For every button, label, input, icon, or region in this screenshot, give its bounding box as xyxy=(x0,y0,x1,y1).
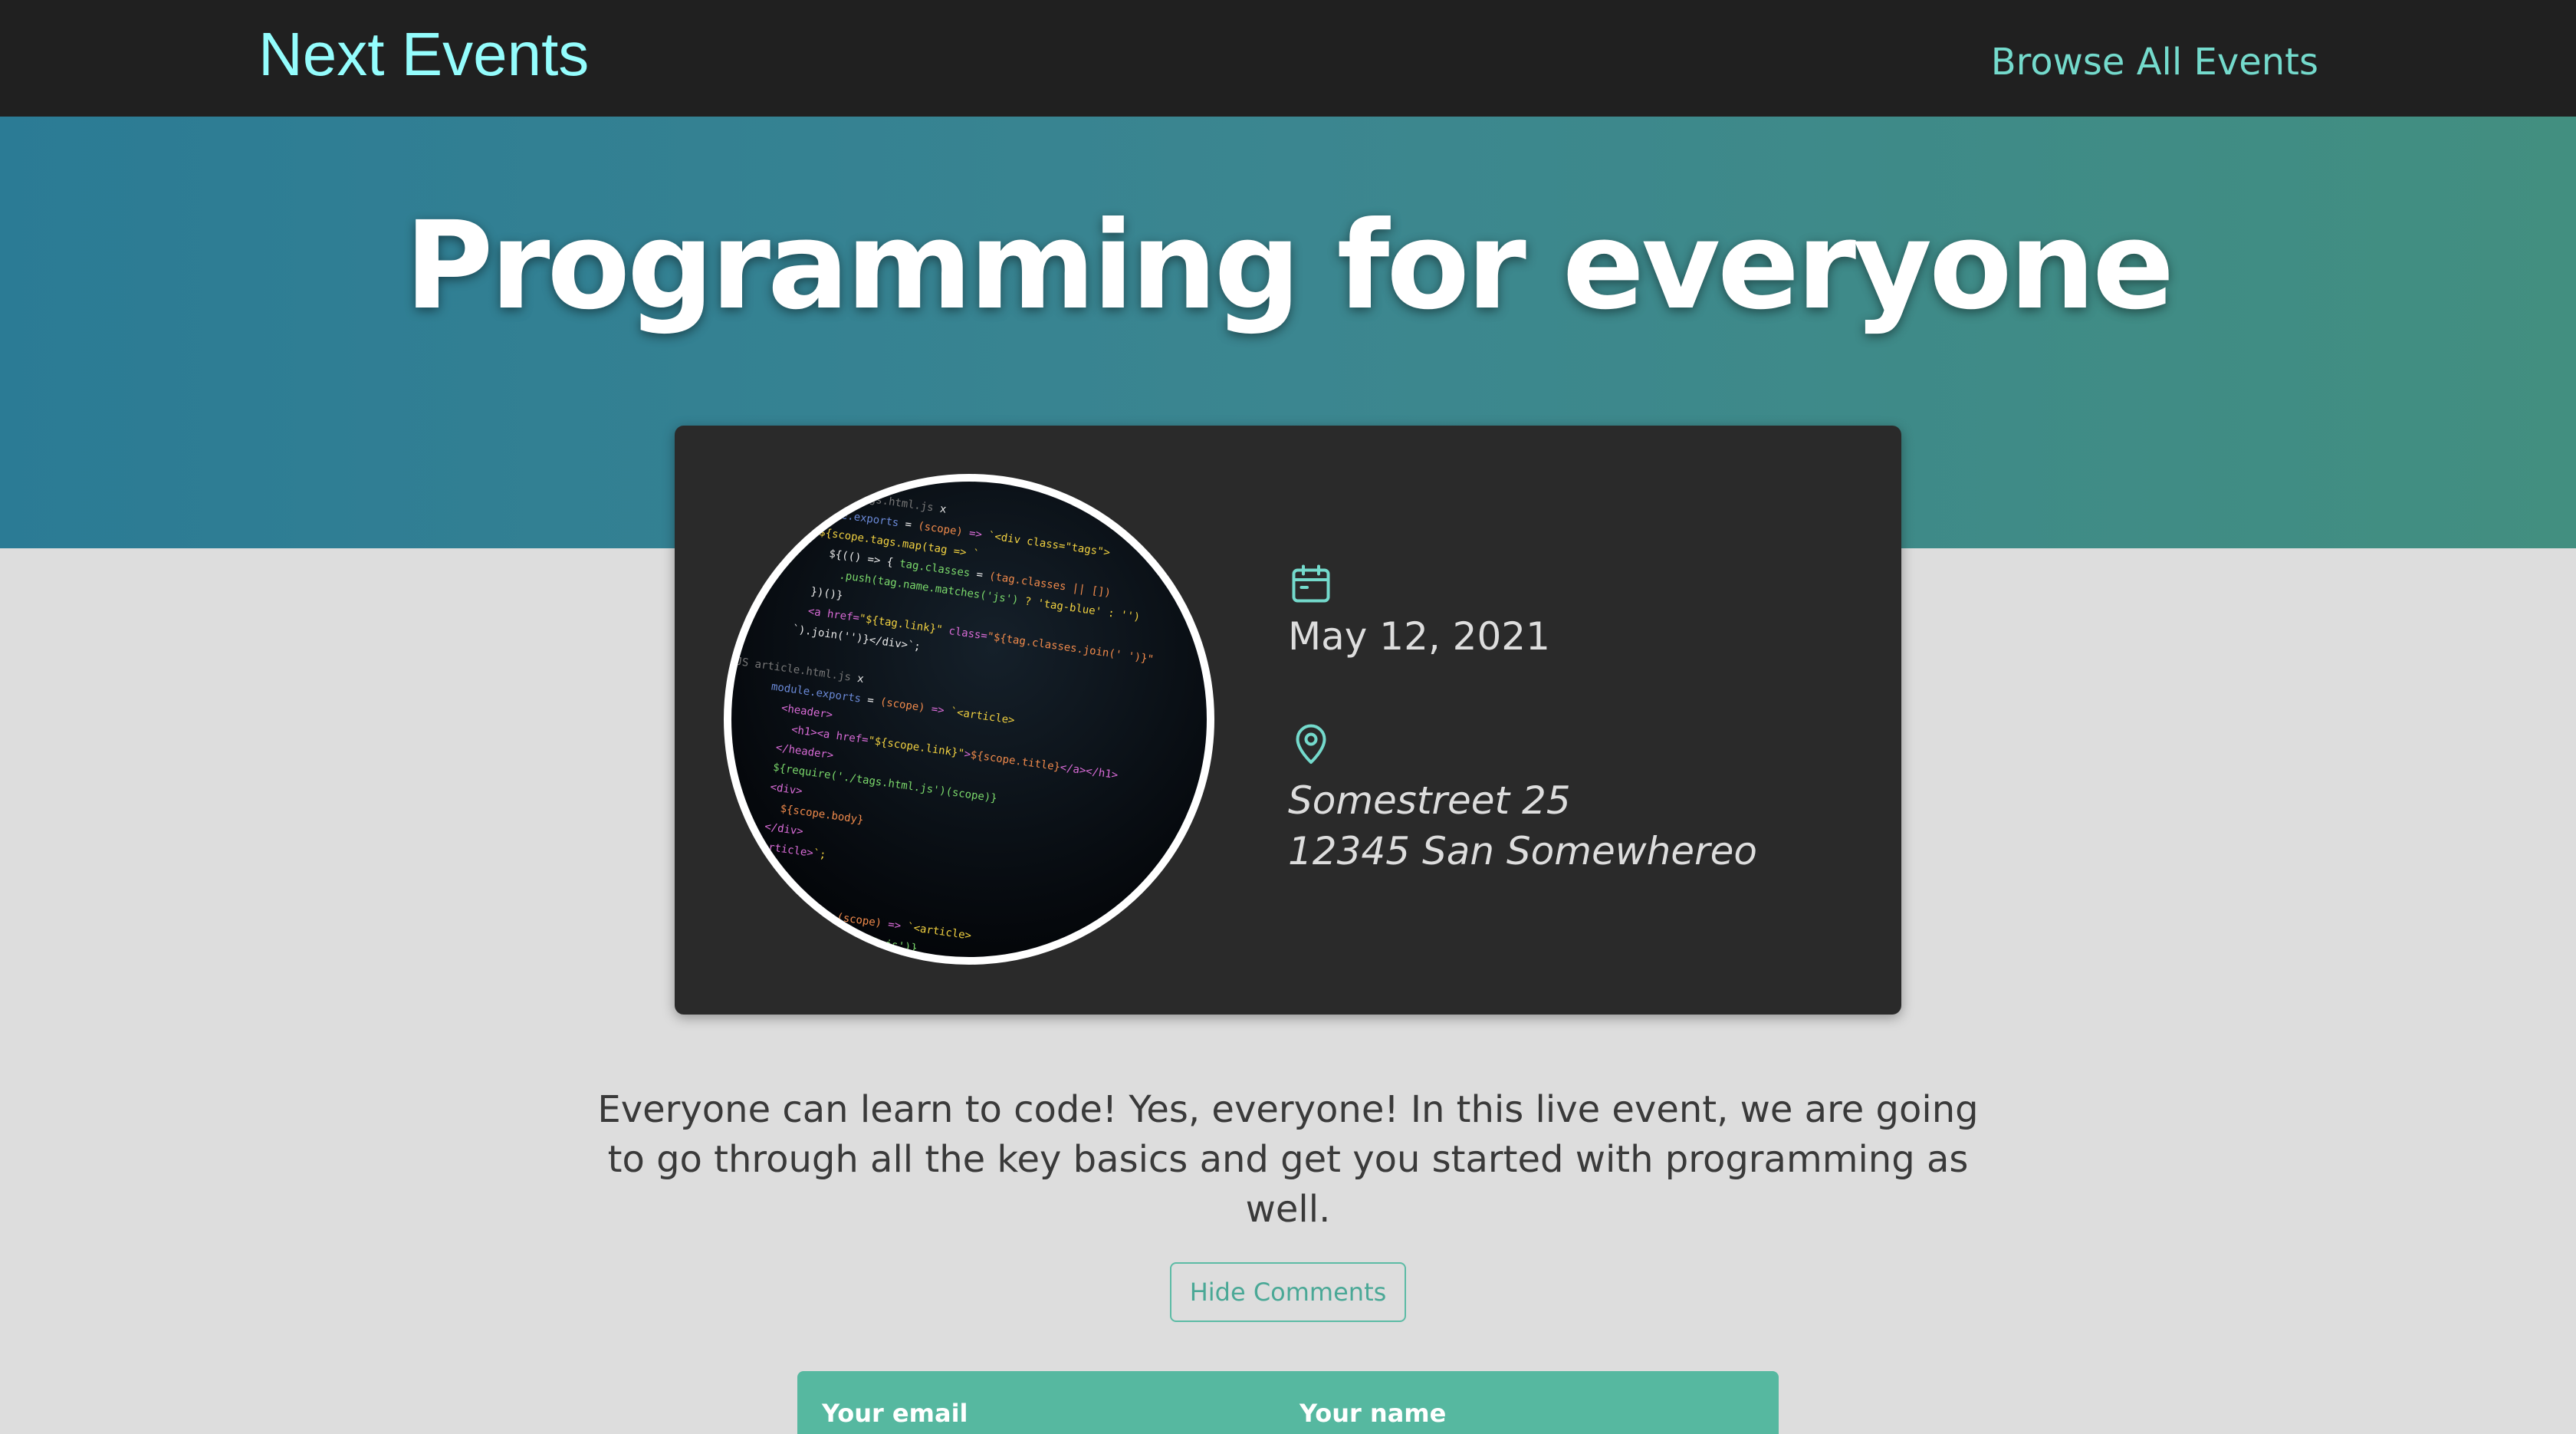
calendar-icon xyxy=(1292,564,1330,603)
browse-all-events-link[interactable]: Browse All Events xyxy=(1991,38,2318,86)
address-city: 12345 San Somewhereo xyxy=(1288,829,1757,873)
email-field-label: Your email xyxy=(822,1399,968,1428)
event-date: May 12, 2021 xyxy=(1288,614,1550,659)
address-street: Somestreet 25 xyxy=(1288,778,1571,823)
map-pin-icon xyxy=(1296,724,1326,764)
event-title: Programming for everyone xyxy=(404,196,2175,337)
top-navigation-bar: Next Events Browse All Events xyxy=(0,0,2576,117)
comment-form: Your email Your name xyxy=(797,1371,1779,1434)
hide-comments-button[interactable]: Hide Comments xyxy=(1170,1262,1406,1322)
code-screen-photo: tags.html.js x module.exports = (scope) … xyxy=(724,477,1155,955)
page: Next Events Browse All Events Programmin… xyxy=(0,0,2576,1434)
name-field-label: Your name xyxy=(1300,1399,1447,1428)
event-description: Everyone can learn to code! Yes, everyon… xyxy=(597,1088,1979,1231)
site-logo-link[interactable]: Next Events xyxy=(258,20,589,89)
event-summary-card: tags.html.js x module.exports = (scope) … xyxy=(675,426,1901,1015)
event-address: Somestreet 25 12345 San Somewhereo xyxy=(1288,775,1757,877)
event-image: tags.html.js x module.exports = (scope) … xyxy=(724,474,1214,965)
